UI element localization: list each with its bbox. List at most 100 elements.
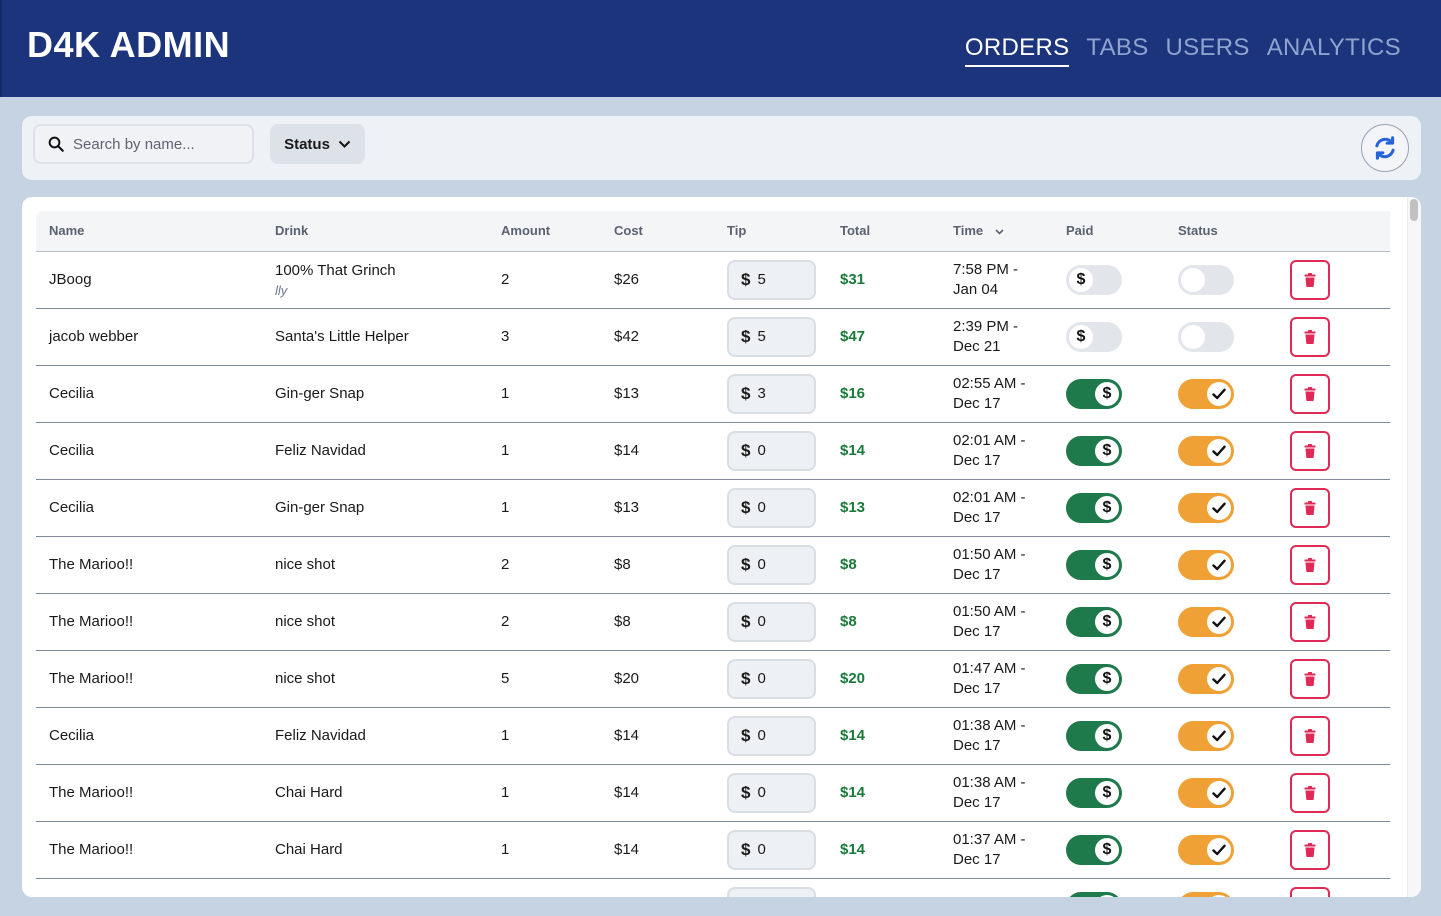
col-tip[interactable]: Tip [714, 211, 827, 252]
paid-toggle[interactable]: $ [1066, 720, 1122, 751]
status-toggle[interactable] [1178, 777, 1234, 808]
delete-button[interactable] [1290, 487, 1330, 528]
drink-name: Feliz Navidad [275, 727, 366, 744]
tip-input[interactable]: $5 [727, 316, 816, 357]
cell-cost: $14 [614, 784, 640, 801]
nav-users[interactable]: USERS [1166, 34, 1250, 67]
cell-status [1165, 707, 1277, 764]
cell-time: 01:50 AM - Dec 17 [940, 593, 1053, 650]
delete-button[interactable] [1290, 658, 1330, 699]
status-toggle[interactable] [1178, 378, 1234, 409]
delete-button[interactable] [1290, 772, 1330, 813]
col-name[interactable]: Name [36, 211, 262, 252]
paid-toggle[interactable]: $ [1066, 549, 1122, 580]
status-toggle-knob [1207, 894, 1231, 897]
status-filter-dropdown[interactable]: Status [270, 124, 365, 164]
delete-button[interactable] [1290, 715, 1330, 756]
cell-time [940, 878, 1053, 897]
tip-input[interactable]: $0 [727, 715, 816, 756]
col-time[interactable]: Time [940, 211, 1053, 252]
cell-total: $14 [840, 727, 866, 744]
drink-name: Chai Hard [275, 841, 343, 858]
tip-input[interactable]: $0 [727, 430, 816, 471]
scrollbar-track[interactable] [1407, 197, 1421, 897]
cell-total: $47 [840, 328, 866, 345]
status-toggle[interactable] [1178, 834, 1234, 865]
time-line: 02:01 AM - [953, 431, 1026, 449]
col-paid[interactable]: Paid [1053, 211, 1165, 252]
col-total[interactable]: Total [827, 211, 940, 252]
cell-name [36, 878, 262, 897]
search-box[interactable] [33, 124, 254, 164]
cell-drink: nice shot [262, 650, 488, 707]
cell-actions [1277, 764, 1390, 821]
tip-input[interactable]: $5 [727, 259, 816, 300]
paid-toggle-knob: $ [1095, 894, 1119, 897]
delete-button[interactable] [1290, 259, 1330, 300]
nav-analytics[interactable]: ANALYTICS [1267, 34, 1401, 67]
status-toggle[interactable] [1178, 264, 1234, 295]
paid-toggle[interactable]: $ [1066, 777, 1122, 808]
cell-paid: $ [1053, 878, 1165, 897]
dollar-icon: $ [1102, 783, 1112, 801]
tip-input[interactable]: $0 [727, 544, 816, 585]
cell-actions [1277, 308, 1390, 365]
dollar-icon: $ [1102, 669, 1112, 687]
check-icon [1212, 445, 1226, 456]
tip-input[interactable]: $0 [727, 487, 816, 528]
cell-status [1165, 308, 1277, 365]
paid-toggle[interactable]: $ [1066, 321, 1122, 352]
status-toggle[interactable] [1178, 720, 1234, 751]
tip-input[interactable]: $0 [727, 658, 816, 699]
status-toggle[interactable] [1178, 663, 1234, 694]
delete-button[interactable] [1290, 316, 1330, 357]
col-amount[interactable]: Amount [488, 211, 601, 252]
status-toggle[interactable] [1178, 492, 1234, 523]
cell-drink: 100% That Grinch lly [262, 251, 488, 308]
cell-status [1165, 650, 1277, 707]
status-toggle[interactable] [1178, 549, 1234, 580]
status-filter-label: Status [284, 135, 330, 153]
cell-paid: $ [1053, 650, 1165, 707]
status-toggle[interactable] [1178, 321, 1234, 352]
paid-toggle[interactable]: $ [1066, 264, 1122, 295]
paid-toggle[interactable]: $ [1066, 435, 1122, 466]
cell-name: Cecilia [49, 442, 95, 459]
cell-paid: $ [1053, 365, 1165, 422]
delete-button[interactable] [1290, 886, 1330, 897]
tip-input[interactable]: $3 [727, 373, 816, 414]
dollar-icon: $ [741, 897, 750, 898]
delete-button[interactable] [1290, 373, 1330, 414]
dollar-icon: $ [741, 497, 751, 517]
paid-toggle[interactable]: $ [1066, 891, 1122, 897]
delete-button[interactable] [1290, 430, 1330, 471]
cell-paid: $ [1053, 536, 1165, 593]
status-toggle[interactable] [1178, 891, 1234, 897]
tip-input[interactable]: $0 [727, 772, 816, 813]
col-cost[interactable]: Cost [601, 211, 714, 252]
paid-toggle[interactable]: $ [1066, 663, 1122, 694]
paid-toggle[interactable]: $ [1066, 606, 1122, 637]
delete-button[interactable] [1290, 601, 1330, 642]
col-status[interactable]: Status [1165, 211, 1277, 252]
nav-orders[interactable]: ORDERS [964, 34, 1070, 67]
cell-time: 01:50 AM - Dec 17 [940, 536, 1053, 593]
tip-input[interactable]: $ [727, 886, 816, 898]
scrollbar-thumb[interactable] [1410, 199, 1418, 221]
refresh-button[interactable] [1361, 124, 1409, 172]
paid-toggle[interactable]: $ [1066, 492, 1122, 523]
status-toggle[interactable] [1178, 435, 1234, 466]
date-line: Dec 17 [953, 394, 1001, 412]
nav-tabs[interactable]: TABS [1086, 34, 1148, 67]
delete-button[interactable] [1290, 829, 1330, 870]
tip-input[interactable]: $0 [727, 601, 816, 642]
tip-input[interactable]: $0 [727, 829, 816, 870]
delete-button[interactable] [1290, 544, 1330, 585]
status-toggle[interactable] [1178, 606, 1234, 637]
paid-toggle[interactable]: $ [1066, 834, 1122, 865]
search-input[interactable] [73, 135, 243, 153]
cell-name: Cecilia [49, 499, 95, 516]
tip-value: 3 [757, 385, 766, 402]
paid-toggle[interactable]: $ [1066, 378, 1122, 409]
col-drink[interactable]: Drink [262, 211, 488, 252]
